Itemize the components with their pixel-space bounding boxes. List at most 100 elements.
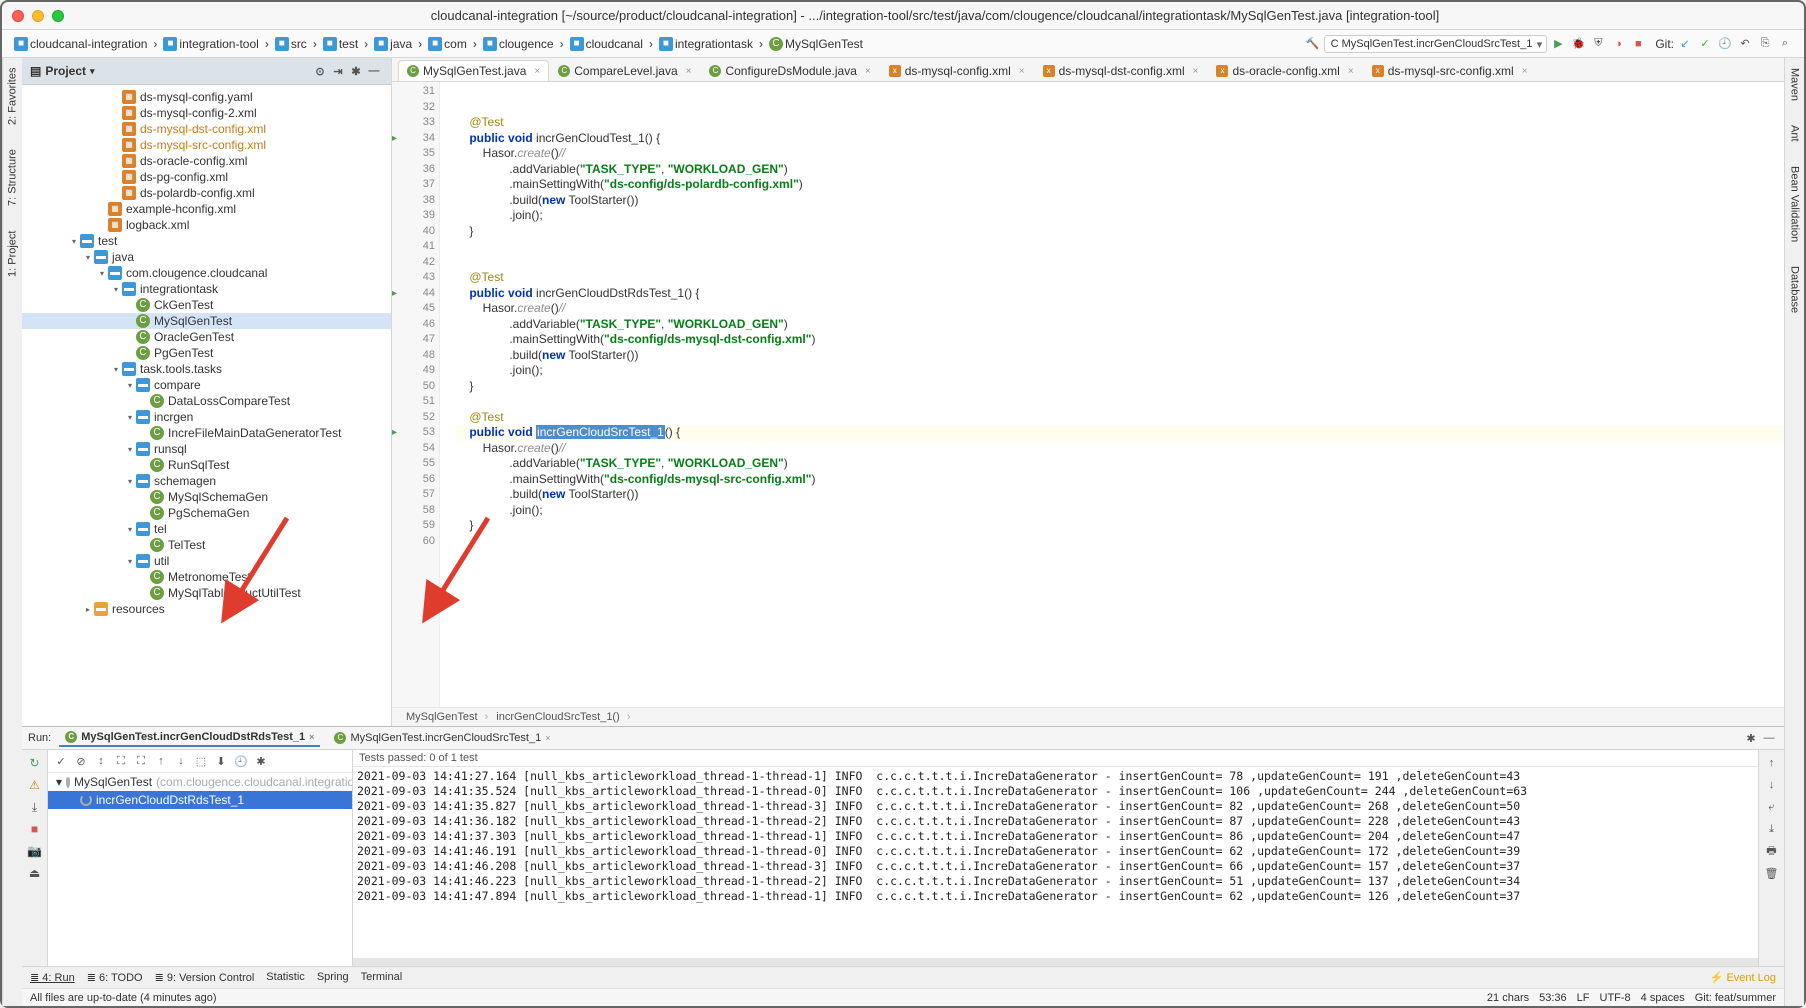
event-log-icon[interactable]: ⚡ Event Log [1710, 971, 1776, 984]
tree-row[interactable]: ▦example-hconfig.xml [22, 201, 391, 217]
horizontal-scrollbar[interactable] [353, 958, 1758, 966]
prev-icon[interactable]: ↑ [152, 752, 170, 770]
import-icon[interactable]: ⬚ [192, 752, 210, 770]
status-indicator[interactable]: 53:36 [1539, 992, 1567, 1004]
project-hide-icon[interactable]: — [365, 62, 383, 80]
tree-row[interactable]: ▾▬util [22, 553, 391, 569]
editor-tab[interactable]: CCompareLevel.java× [549, 60, 700, 81]
breadcrumb-item[interactable]: ■integration-tool [161, 37, 260, 51]
debug-icon[interactable]: 🐞 [1569, 35, 1587, 53]
rerun-icon[interactable]: ↻ [26, 754, 44, 772]
git-update-icon[interactable]: ↙ [1676, 35, 1694, 53]
scroll-to-end-icon[interactable]: ⤓ [1763, 820, 1781, 838]
side-tool-button[interactable]: 2: Favorites [5, 64, 21, 129]
status-indicator[interactable]: UTF-8 [1600, 992, 1631, 1004]
run-hide-icon[interactable]: — [1760, 729, 1778, 747]
breadcrumb-item[interactable]: ■java [372, 37, 414, 51]
tree-row[interactable]: ▾▬incrgen [22, 409, 391, 425]
close-tab-icon[interactable]: × [1522, 66, 1528, 77]
run-icon[interactable]: ▶ [1549, 35, 1567, 53]
close-tab-icon[interactable]: × [686, 66, 692, 77]
test-tree-row[interactable]: incrGenCloudDstRdsTest_1 [48, 791, 352, 809]
find-everywhere-icon[interactable]: ⌕ [1776, 35, 1794, 53]
project-tree[interactable]: ▦ds-mysql-config.yaml▦ds-mysql-config-2.… [22, 85, 391, 726]
print-icon[interactable]: 🖶 [1763, 842, 1781, 860]
tree-row[interactable]: CMetronomeTest [22, 569, 391, 585]
run-config-tab[interactable]: CMySqlGenTest.incrGenCloudDstRdsTest_1× [59, 729, 320, 747]
show-ignored-icon[interactable]: ⊘ [72, 752, 90, 770]
test-settings-icon[interactable]: ✱ [252, 752, 270, 770]
editor-code[interactable]: @Test public void incrGenCloudTest_1() {… [440, 82, 1784, 707]
status-indicator[interactable]: 4 spaces [1641, 992, 1685, 1004]
close-tab-icon[interactable]: × [1193, 66, 1199, 77]
dump-threads-icon[interactable]: 📷 [26, 842, 44, 860]
tree-row[interactable]: ▾▬schemagen [22, 473, 391, 489]
next-icon[interactable]: ↓ [172, 752, 190, 770]
tree-row[interactable]: CCkGenTest [22, 297, 391, 313]
project-collapse-icon[interactable]: ⇥ [329, 62, 347, 80]
project-settings-icon[interactable]: ✱ [347, 62, 365, 80]
tree-row[interactable]: ▦ds-mysql-config-2.xml [22, 105, 391, 121]
collapse-all-icon[interactable]: ⛶ [132, 752, 150, 770]
editor-tab[interactable]: CConfigureDsModule.java× [700, 60, 879, 81]
tree-row[interactable]: ▾▬integrationtask [22, 281, 391, 297]
tree-row[interactable]: ▸▬resources [22, 601, 391, 617]
close-window-icon[interactable] [12, 10, 24, 22]
export-icon[interactable]: ⬇ [212, 752, 230, 770]
tree-row[interactable]: ▾▬test [22, 233, 391, 249]
tree-row[interactable]: ▾▬java [22, 249, 391, 265]
breadcrumb-item[interactable]: ■src [273, 37, 309, 51]
run-config-tab[interactable]: CMySqlGenTest.incrGenCloudSrcTest_1× [328, 729, 556, 747]
project-scope-icon[interactable]: ⊙ [311, 62, 329, 80]
zoom-window-icon[interactable] [52, 10, 64, 22]
tree-row[interactable]: CPgGenTest [22, 345, 391, 361]
stop-icon[interactable]: ■ [1629, 35, 1647, 53]
close-tab-icon[interactable]: × [865, 66, 871, 77]
tree-row[interactable]: CTelTest [22, 537, 391, 553]
tree-row[interactable]: ▦ds-polardb-config.xml [22, 185, 391, 201]
side-tool-button[interactable]: 1: Project [5, 226, 21, 280]
editor-tab[interactable]: xds-oracle-config.xml× [1207, 60, 1362, 81]
editor-gutter[interactable]: 3132333435363738394041424344454647484950… [392, 82, 440, 707]
tree-row[interactable]: ▦logback.xml [22, 217, 391, 233]
tree-row[interactable]: ▾▬compare [22, 377, 391, 393]
breadcrumb-item[interactable]: ■com [426, 37, 469, 51]
editor-tab[interactable]: xds-mysql-src-config.xml× [1363, 60, 1537, 81]
side-tool-button[interactable]: 7: Structure [5, 145, 21, 210]
breadcrumb-item[interactable]: ■test [321, 37, 360, 51]
console-output[interactable]: 2021-09-03 14:41:27.164 [null_kbs_articl… [353, 767, 1758, 958]
git-commit-icon[interactable]: ✓ [1696, 35, 1714, 53]
toggle-auto-icon[interactable]: ⤓ [26, 798, 44, 816]
tree-row[interactable]: CIncreFileMainDataGeneratorTest [22, 425, 391, 441]
side-tool-button[interactable]: Maven [1787, 64, 1803, 105]
breadcrumb-item[interactable]: ■cloudcanal [568, 37, 645, 51]
tree-row[interactable]: ▦ds-mysql-config.yaml [22, 89, 391, 105]
tree-row[interactable]: CRunSqlTest [22, 457, 391, 473]
git-history-icon[interactable]: 🕘 [1716, 35, 1734, 53]
build-icon[interactable]: 🔨 [1304, 35, 1322, 53]
tree-row[interactable]: ▾▬com.clougence.cloudcanal [22, 265, 391, 281]
editor-tab[interactable]: xds-mysql-config.xml× [880, 60, 1034, 81]
breadcrumb-item[interactable]: ■cloudcanal-integration [12, 37, 149, 51]
tree-row[interactable]: CMySqlSchemaGen [22, 489, 391, 505]
expand-all-icon[interactable]: ⛶ [112, 752, 130, 770]
tree-row[interactable]: ▾▬task.tools.tasks [22, 361, 391, 377]
tree-row[interactable]: CDataLossCompareTest [22, 393, 391, 409]
tree-row[interactable]: CMySqlGenTest [22, 313, 391, 329]
clear-icon[interactable]: 🗑 [1763, 864, 1781, 882]
coverage-icon[interactable]: ⛨ [1589, 35, 1607, 53]
side-tool-button[interactable]: Ant [1787, 121, 1803, 146]
status-indicator[interactable]: Git: feat/summer [1695, 992, 1776, 1004]
run-config-dropdown[interactable]: C MySqlGenTest.incrGenCloudSrcTest_1 [1324, 35, 1548, 53]
close-tab-icon[interactable]: × [1019, 66, 1025, 77]
bottom-tool-button[interactable]: ≣ 9: Version Control [155, 971, 255, 984]
tree-row[interactable]: ▾▬runsql [22, 441, 391, 457]
bottom-tool-button[interactable]: Spring [317, 971, 349, 984]
exit-icon[interactable]: ⏏ [26, 864, 44, 882]
close-tab-icon[interactable]: × [1348, 66, 1354, 77]
bottom-tool-button[interactable]: ≣ 4: Run [30, 971, 75, 984]
scroll-up-icon[interactable]: ↑ [1763, 754, 1781, 772]
tree-row[interactable]: ▾▬tel [22, 521, 391, 537]
profile-icon[interactable]: ◑ [1609, 35, 1627, 53]
soft-wrap-icon[interactable]: ⤶ [1763, 798, 1781, 816]
